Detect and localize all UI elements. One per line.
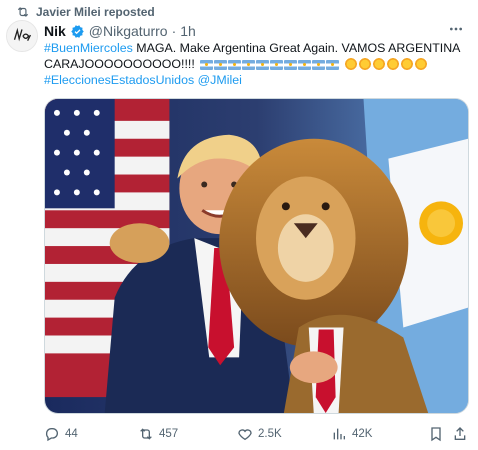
tweet-header: Nik @Nikgaturro · 1h: [44, 22, 196, 40]
sun-icon: [386, 58, 399, 70]
argentina-flag-icon: [228, 60, 242, 70]
sun-icon: [400, 58, 413, 70]
sun-icon: [372, 58, 385, 70]
sun-icon: [414, 58, 427, 70]
reply-icon: [45, 428, 58, 442]
bookmark-icon: [431, 427, 441, 442]
sun-emoji-group: [344, 58, 427, 70]
repost-icon: [140, 428, 152, 440]
argentina-flag-icon: [284, 60, 298, 70]
argentina-flag-icon: [326, 60, 340, 70]
like-count: 2.5K: [258, 428, 282, 440]
hashtag-mention-line[interactable]: #EleccionesEstadosUnidos @JMilei: [44, 72, 468, 88]
media-illustration: [45, 99, 468, 413]
views-icon: [333, 428, 345, 440]
like-button[interactable]: 2.5K: [237, 426, 282, 442]
tweet-line-1: #BuenMiercoles MAGA. Make Argentina Grea…: [44, 40, 468, 56]
reply-button[interactable]: 44: [44, 426, 78, 442]
views-count: 42K: [352, 428, 373, 440]
argentina-flag-icon: [256, 60, 270, 70]
tweet-text-line1: MAGA. Make Argentina Great Again. VAMOS …: [132, 41, 461, 55]
tweet-actions: 44 457 2.5K 42K: [44, 424, 469, 444]
reply-count: 44: [65, 428, 78, 440]
tweet-line-2: CARAJOOOOOOOOOO!!!!: [44, 56, 468, 72]
repost-indicator[interactable]: Javier Milei reposted: [16, 4, 155, 20]
tweet-text: #BuenMiercoles MAGA. Make Argentina Grea…: [44, 40, 468, 88]
bookmark-button[interactable]: [428, 426, 444, 442]
argentina-flag-icon: [242, 60, 256, 70]
heart-icon: [238, 429, 252, 441]
more-options-button[interactable]: [446, 20, 466, 38]
avatar[interactable]: [6, 20, 38, 52]
share-icon: [454, 427, 466, 440]
repost-label: Javier Milei reposted: [36, 5, 155, 19]
more-icon: [450, 27, 462, 31]
sun-icon: [358, 58, 371, 70]
argentina-flag-icon: [200, 60, 214, 70]
argentina-flag-icon: [298, 60, 312, 70]
repost-icon: [17, 7, 29, 17]
argentina-flag-icon: [270, 60, 284, 70]
separator-dot: ·: [171, 23, 177, 39]
author-handle[interactable]: @Nikgaturro: [89, 23, 168, 39]
argentina-flag-icon: [214, 60, 228, 70]
tweet-text-line2: CARAJOOOOOOOOOO!!!!: [44, 57, 195, 71]
repost-button[interactable]: 457: [138, 426, 178, 442]
repost-count: 457: [159, 428, 179, 440]
argentina-flag-icon: [312, 60, 326, 70]
argentina-flag-emoji-group: [200, 60, 340, 70]
sun-icon: [344, 58, 357, 70]
share-button[interactable]: [452, 426, 468, 442]
hashtag-buenmiercoles[interactable]: #BuenMiercoles: [44, 41, 133, 55]
verified-badge-icon: [70, 24, 85, 39]
timestamp[interactable]: 1h: [180, 23, 196, 39]
author-name[interactable]: Nik: [44, 23, 66, 39]
tweet-media-image[interactable]: [44, 98, 469, 414]
views-button[interactable]: 42K: [331, 426, 372, 442]
